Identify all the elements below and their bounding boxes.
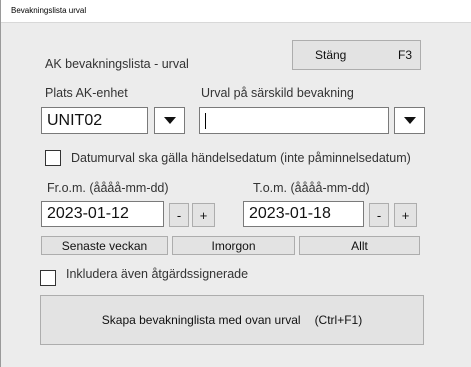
close-button-shortcut: F3 [397,48,412,62]
from-date-input[interactable]: 2023-01-12 [41,201,164,227]
tom-label: T.o.m. (åååå-mm-dd) [253,181,370,195]
include-signed-checkbox[interactable] [40,270,56,286]
plus-label: + [199,207,208,223]
bevakningslista-window: Bevakningslista urval AK bevakningslista… [0,0,471,367]
all-button[interactable]: Allt [299,236,420,255]
urval-dropdown-button[interactable] [394,107,425,134]
include-signed-label: Inkludera även åtgärdssignerade [66,267,249,281]
last-week-button[interactable]: Senaste veckan [41,236,168,255]
chevron-down-icon [163,117,176,124]
tom-date-input[interactable]: 2023-01-18 [243,201,364,227]
chevron-down-icon [403,117,416,124]
tom-increment-button[interactable]: + [394,203,417,227]
close-button[interactable]: Stäng F3 [292,40,421,70]
tom-date-value: 2023-01-18 [249,205,331,222]
minus-label: - [376,207,382,223]
plats-dropdown-button[interactable] [154,107,185,134]
all-label: Allt [351,238,368,253]
create-list-label: Skapa bevakninglista med ovan urval [101,313,301,327]
date-event-checkbox[interactable] [45,150,61,166]
plats-field[interactable]: UNIT02 [41,107,148,134]
create-list-shortcut: (Ctrl+F1) [314,313,363,327]
from-increment-button[interactable]: + [192,203,215,227]
title-bar: Bevakningslista urval [1,0,471,23]
plus-label: + [401,207,410,223]
form-area: AK bevakningslista - urval Stäng F3 Plat… [1,23,471,367]
close-button-label: Stäng [315,48,347,62]
text-cursor [205,112,206,129]
minus-label: - [176,207,182,223]
form-title: AK bevakningslista - urval [45,57,189,71]
window-title: Bevakningslista urval [11,6,87,15]
from-date-value: 2023-01-12 [47,205,129,222]
last-week-label: Senaste veckan [61,238,148,253]
tomorrow-button[interactable]: Imorgon [172,236,295,255]
from-label: Fr.o.m. (åååå-mm-dd) [47,181,169,195]
date-event-label: Datumurval ska gälla händelsedatum (inte… [71,151,411,165]
from-decrement-button[interactable]: - [169,203,189,227]
tom-decrement-button[interactable]: - [369,203,389,227]
plats-label: Plats AK-enhet [45,86,128,100]
urval-label: Urval på särskild bevakning [201,86,354,100]
plats-value: UNIT02 [47,111,103,129]
create-list-button[interactable]: Skapa bevakninglista med ovan urval (Ctr… [40,295,424,345]
urval-input[interactable] [199,107,389,134]
tomorrow-label: Imorgon [211,238,256,253]
